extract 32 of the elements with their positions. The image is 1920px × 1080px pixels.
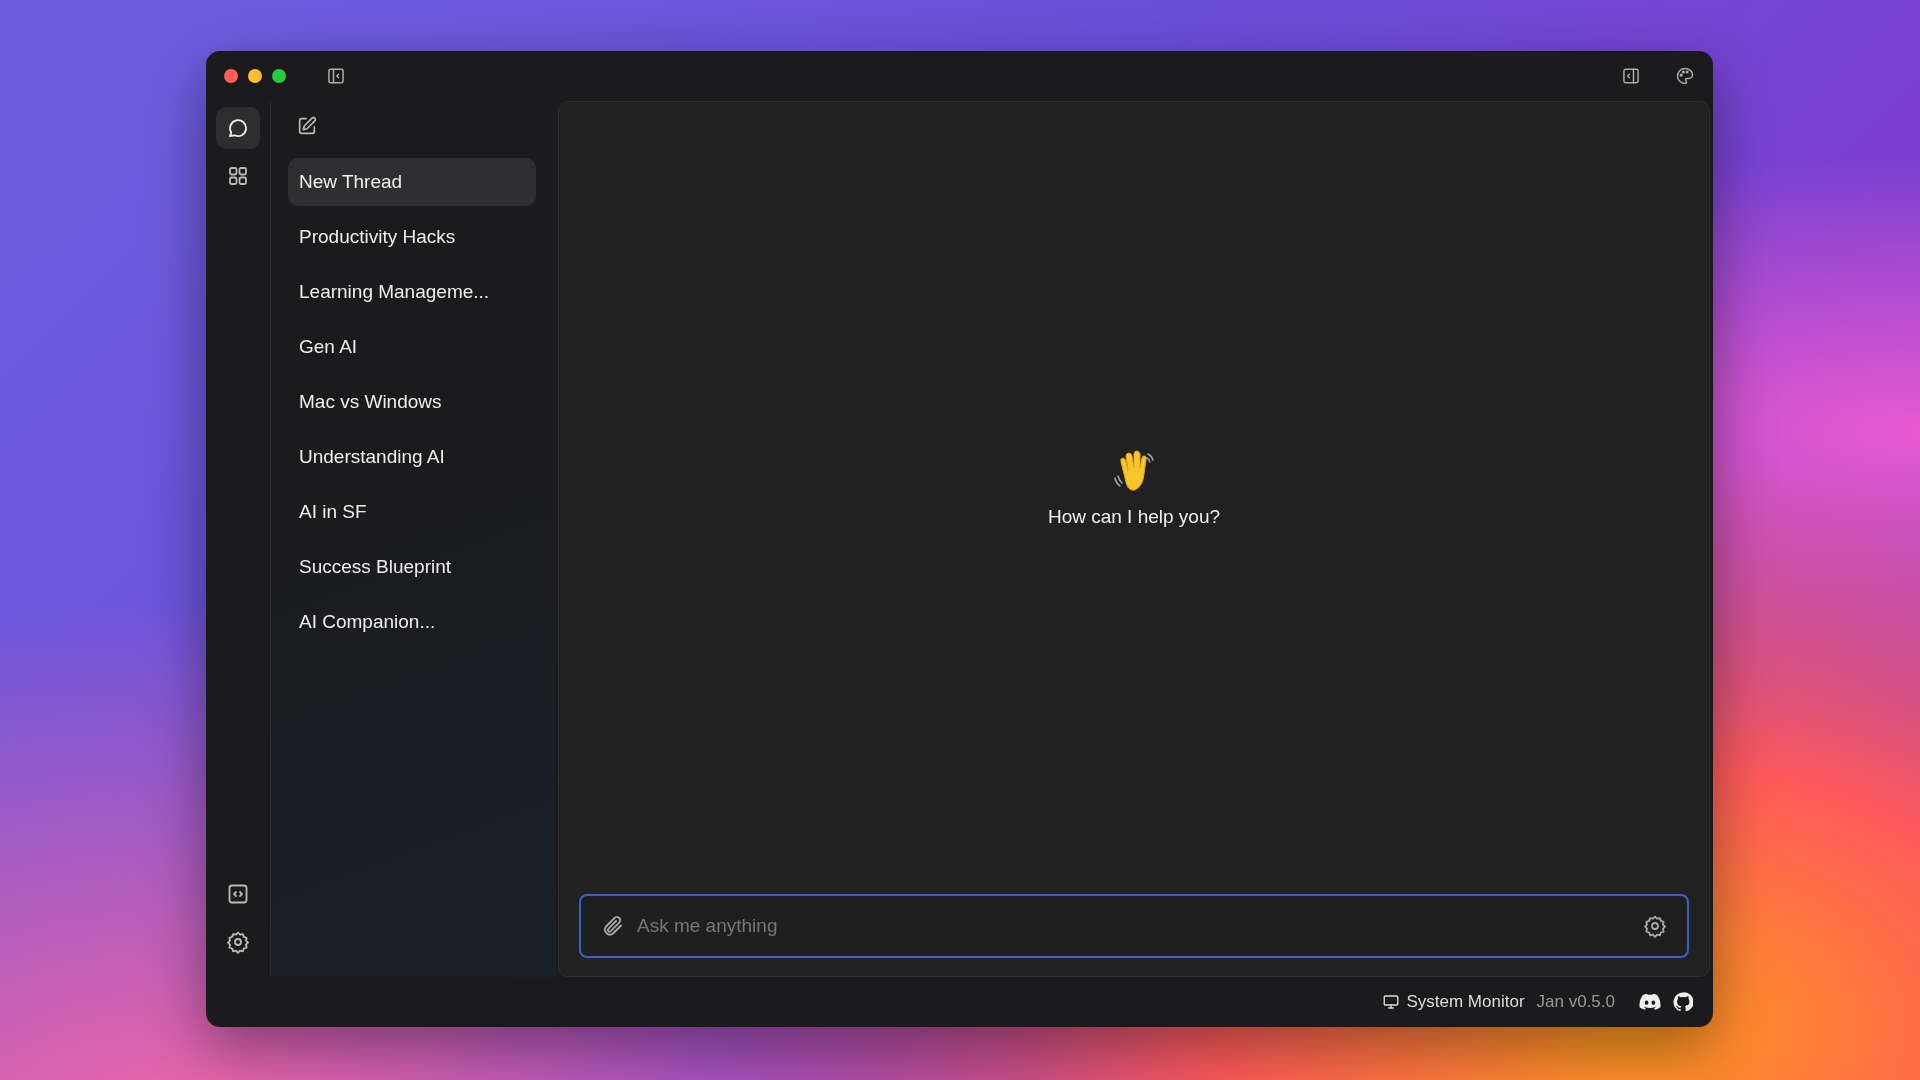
sidebar-toggle-icon[interactable] (326, 66, 346, 86)
settings-icon[interactable] (226, 930, 250, 954)
grid-icon[interactable] (226, 164, 250, 188)
greeting-text: How can I help you? (1047, 506, 1221, 528)
close-window-button[interactable] (224, 69, 238, 83)
waving-hand-icon (1111, 448, 1157, 494)
github-icon[interactable] (1673, 992, 1693, 1012)
rail-button[interactable] (216, 107, 260, 149)
message-input-field[interactable]: Ask me anything (579, 894, 1689, 958)
thread-item[interactable]: Learning Manageme... (288, 268, 536, 316)
paperclip-icon[interactable] (601, 914, 625, 938)
thread-item[interactable]: Success Blueprint (288, 543, 536, 591)
monitor-icon (1382, 993, 1401, 1011)
thread-item[interactable]: New Thread (288, 158, 536, 206)
minimize-window-button[interactable] (248, 69, 262, 83)
discord-icon[interactable] (1639, 993, 1661, 1011)
chat-bubble-icon[interactable] (226, 116, 250, 140)
message-input-field[interactable]: Ask me anything (635, 914, 1633, 938)
new-thread-icon[interactable] (296, 115, 318, 137)
version-text: Jan v0.5.0 (1536, 992, 1615, 1012)
thread-item[interactable]: Gen AI (288, 323, 536, 371)
thread-item[interactable]: Productivity Hacks (288, 213, 536, 261)
thread-item[interactable]: AI Companion... (288, 598, 536, 646)
maximize-window-button[interactable] (272, 69, 286, 83)
thread-item[interactable]: AI in SF (288, 488, 536, 536)
palette-icon[interactable] (1675, 66, 1695, 86)
thread-item[interactable]: Understanding AI (288, 433, 536, 481)
code-window-icon[interactable] (226, 882, 250, 906)
system-monitor-link[interactable]: System Monitor (1406, 992, 1525, 1012)
panel-toggle-icon[interactable] (1621, 66, 1641, 86)
settings-icon[interactable] (1643, 914, 1667, 938)
thread-item[interactable]: Mac vs Windows (288, 378, 536, 426)
